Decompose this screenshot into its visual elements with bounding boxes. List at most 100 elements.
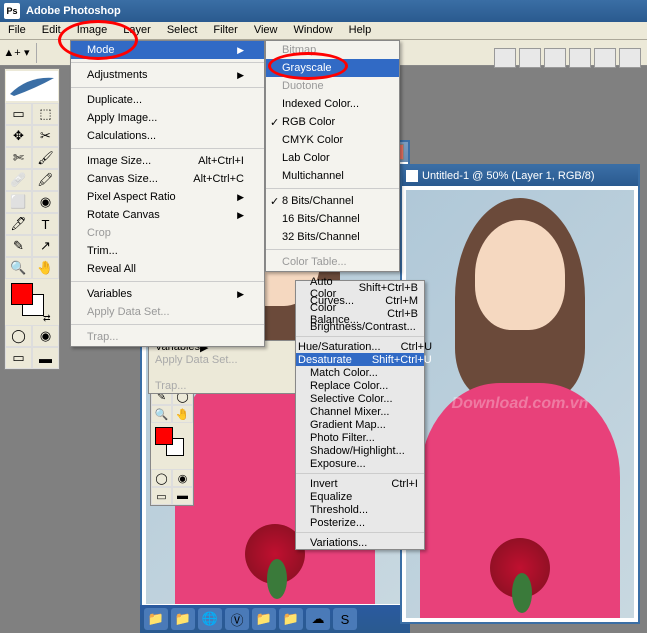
menuitem-posterize[interactable]: Posterize... [296,516,424,529]
menuitem-rgb-color[interactable]: ✓RGB Color [266,113,399,131]
menuitem-shadow-highlight[interactable]: Shadow/Highlight... [296,444,424,457]
menuitem-indexed-color[interactable]: Indexed Color... [266,95,399,113]
menuitem-grayscale[interactable]: Grayscale [266,59,399,77]
tool-back[interactable]: 🔍 [151,405,172,423]
align-right-button[interactable] [544,48,566,68]
quickmask-mask[interactable]: ◉ [32,325,59,347]
taskbar-item[interactable]: Ⓥ [225,608,249,630]
tool-button[interactable]: ✂ [32,125,59,147]
taskbar-item[interactable]: 🌐 [198,608,222,630]
tool-button[interactable]: 🖊 [5,213,32,235]
menuitem-threshold[interactable]: Threshold... [296,503,424,516]
screen-standard[interactable]: ▭ [5,347,32,369]
menu-filter[interactable]: Filter [205,22,245,39]
taskbar-item[interactable]: ☁ [306,608,330,630]
tool-preset-dropdown[interactable]: ▾ [24,46,30,59]
document-window-front[interactable]: Untitled-1 @ 50% (Layer 1, RGB/8) Downlo… [400,164,640,624]
screen-full[interactable]: ▬ [32,347,59,369]
menu-image[interactable]: Image [69,22,116,39]
menuitem-hue-saturation[interactable]: Hue/Saturation...Ctrl+U [296,340,424,353]
menuitem-duplicate[interactable]: Duplicate... [71,91,264,109]
tool-button[interactable]: ◉ [32,191,59,213]
tool-button[interactable]: ↗ [32,235,59,257]
mode-back[interactable]: ◯ [151,469,172,487]
tool-button[interactable]: 🖌 [32,147,59,169]
menuitem-brightness-contrast[interactable]: Brightness/Contrast... [296,320,424,333]
color-swatches[interactable]: ⇄ [5,283,59,325]
menuitem-rotate-canvas[interactable]: Rotate Canvas▶ [71,206,264,224]
menuitem-gradient-map[interactable]: Gradient Map... [296,418,424,431]
adjustments-submenu-back: Auto ColorShift+Ctrl+BCurves...Ctrl+MCol… [295,280,425,550]
tool-button[interactable]: ⬚ [32,103,59,125]
tool-button[interactable]: ▭ [5,103,32,125]
quickmask-standard[interactable]: ◯ [5,325,32,347]
swap-colors-icon[interactable]: ⇄ [43,313,51,324]
menuitem-lab-color[interactable]: Lab Color [266,149,399,167]
tool-button[interactable]: ⬜ [5,191,32,213]
background-color[interactable] [22,294,44,316]
tool-button[interactable]: 🩹 [5,169,32,191]
distribute-button[interactable] [569,48,591,68]
menuitem-adjustments[interactable]: Adjustments▶ [71,66,264,84]
tool-button[interactable]: ✄ [5,147,32,169]
menuitem-trim[interactable]: Trim... [71,242,264,260]
tool-button[interactable]: 🖍 [32,169,59,191]
foreground-color-back[interactable] [155,427,173,445]
menuitem-reveal-all[interactable]: Reveal All [71,260,264,278]
menu-view[interactable]: View [246,22,286,39]
menuitem-channel-mixer[interactable]: Channel Mixer... [296,405,424,418]
background-color-back[interactable] [166,438,184,456]
doc-front-titlebar[interactable]: Untitled-1 @ 50% (Layer 1, RGB/8) [402,166,638,186]
menu-help[interactable]: Help [341,22,380,39]
menuitem-equalize[interactable]: Equalize [296,490,424,503]
menuitem-variables[interactable]: Variables▶ [71,285,264,303]
menuitem-calculations[interactable]: Calculations... [71,127,264,145]
tool-button[interactable]: 🔍 [5,257,32,279]
menuitem-variations[interactable]: Variations... [296,536,424,549]
photo-canvas-front[interactable]: Download.com.vn [406,190,634,618]
distribute-button-3[interactable] [619,48,641,68]
tool-button[interactable]: ✥ [5,125,32,147]
menuitem-mode[interactable]: Mode▶ [71,41,264,59]
menuitem-canvas-size[interactable]: Canvas Size...Alt+Ctrl+C [71,170,264,188]
menuitem-apply-image[interactable]: Apply Image... [71,109,264,127]
menuitem-auto-color[interactable]: Auto ColorShift+Ctrl+B [296,281,424,294]
mode-back[interactable]: ▬ [172,487,193,505]
menu-layer[interactable]: Layer [115,22,159,39]
taskbar-item[interactable]: 📁 [171,608,195,630]
align-center-button[interactable] [519,48,541,68]
taskbar-item[interactable]: 📁 [144,608,168,630]
menu-window[interactable]: Window [286,22,341,39]
menuitem-32-bits-channel[interactable]: 32 Bits/Channel [266,228,399,246]
taskbar-item[interactable]: S [333,608,357,630]
menuitem-pixel-aspect-ratio[interactable]: Pixel Aspect Ratio▶ [71,188,264,206]
menuitem-multichannel[interactable]: Multichannel [266,167,399,185]
tool-button[interactable]: T [32,213,59,235]
distribute-button-2[interactable] [594,48,616,68]
menuitem-photo-filter[interactable]: Photo Filter... [296,431,424,444]
menu-select[interactable]: Select [159,22,206,39]
tool-button[interactable]: ✎ [5,235,32,257]
menu-file[interactable]: File [0,22,34,39]
align-left-button[interactable] [494,48,516,68]
menuitem-replace-color[interactable]: Replace Color... [296,379,424,392]
menuitem-cmyk-color[interactable]: CMYK Color [266,131,399,149]
menuitem-16-bits-channel[interactable]: 16 Bits/Channel [266,210,399,228]
mode-back[interactable]: ▭ [151,487,172,505]
foreground-color[interactable] [11,283,33,305]
menuitem-color-balance[interactable]: Color Balance...Ctrl+B [296,307,424,320]
menuitem-selective-color[interactable]: Selective Color... [296,392,424,405]
menuitem-exposure[interactable]: Exposure... [296,457,424,470]
menuitem-label: Posterize... [310,517,418,529]
taskbar-item[interactable]: 📁 [252,608,276,630]
taskbar-item[interactable]: 📁 [279,608,303,630]
menu-edit[interactable]: Edit [34,22,69,39]
tool-back[interactable]: 🤚 [172,405,193,423]
tool-button[interactable]: 🤚 [32,257,59,279]
mode-back[interactable]: ◉ [172,469,193,487]
menuitem-image-size[interactable]: Image Size...Alt+Ctrl+I [71,152,264,170]
menuitem-match-color[interactable]: Match Color... [296,366,424,379]
menuitem-8-bits-channel[interactable]: ✓8 Bits/Channel [266,192,399,210]
menuitem-desaturate[interactable]: DesaturateShift+Ctrl+U [296,353,424,366]
menuitem-invert[interactable]: InvertCtrl+I [296,477,424,490]
